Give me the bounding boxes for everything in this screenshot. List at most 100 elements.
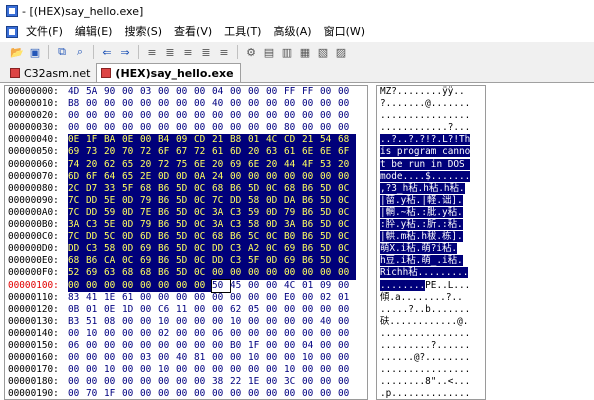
- hex-byte[interactable]: 72: [158, 158, 176, 171]
- hex-byte[interactable]: 00: [194, 364, 212, 376]
- hex-byte[interactable]: 3C: [284, 376, 302, 388]
- hex-byte[interactable]: 0D: [266, 206, 284, 220]
- ascii-pane[interactable]: MZ?........ÿÿ.. ?.......@................…: [376, 85, 486, 400]
- hex-byte[interactable]: 73: [86, 146, 104, 159]
- hex-byte[interactable]: 7C: [68, 231, 86, 244]
- hex-row[interactable]: 000000D0: DD C3 58 0D 69 B6 5D 0C DD C3 A2 0C 69 B6 5D 0…: [5, 243, 367, 256]
- hex-byte[interactable]: 3A: [212, 219, 230, 232]
- hex-byte[interactable]: B6: [86, 255, 104, 268]
- hex-byte[interactable]: 00: [338, 170, 356, 183]
- hex-byte[interactable]: 00: [68, 376, 86, 388]
- ascii-row[interactable]: ................: [377, 110, 485, 122]
- hex-byte[interactable]: 00: [338, 388, 356, 399]
- tool1-icon[interactable]: ≡: [144, 44, 160, 60]
- hex-byte[interactable]: FF: [284, 86, 302, 98]
- hex-byte[interactable]: 58: [248, 194, 266, 207]
- hex-byte[interactable]: 00: [86, 364, 104, 376]
- hex-byte[interactable]: 1E: [248, 376, 266, 388]
- hex-byte[interactable]: B6: [158, 206, 176, 220]
- hex-byte[interactable]: 6F: [86, 170, 104, 183]
- hex-byte[interactable]: 03: [140, 352, 158, 364]
- hex-byte[interactable]: 61: [212, 146, 230, 159]
- hex-byte[interactable]: 1D: [122, 304, 140, 316]
- hex-byte[interactable]: 59: [248, 206, 266, 220]
- hex-byte[interactable]: 00: [302, 328, 320, 340]
- hex-byte[interactable]: 69: [284, 255, 302, 268]
- hex-byte[interactable]: 69: [140, 255, 158, 268]
- hex-byte[interactable]: 00: [284, 316, 302, 328]
- hex-byte[interactable]: 00: [122, 122, 140, 134]
- hex-byte[interactable]: 00: [212, 122, 230, 134]
- hex-byte[interactable]: 00: [158, 86, 176, 98]
- hex-byte[interactable]: 01: [338, 292, 356, 304]
- copy-icon[interactable]: ⧉: [54, 44, 70, 60]
- hex-byte[interactable]: 00: [284, 170, 302, 183]
- ascii-row[interactable]: .........?......: [377, 340, 485, 352]
- ascii-row[interactable]: |蒥.y秥.|軽.诎].: [377, 194, 485, 207]
- hex-byte[interactable]: 00: [266, 122, 284, 134]
- ascii-row[interactable]: Richh秥.........: [377, 267, 485, 279]
- hex-row[interactable]: 000000A0: 7C DD 59 0D 7E B6 5D 0C 3A C3 59 0D 79 B6 5D 0…: [5, 206, 367, 220]
- hex-byte[interactable]: 00: [230, 98, 248, 110]
- hex-byte[interactable]: 00: [302, 170, 320, 183]
- hex-byte[interactable]: B6: [158, 182, 176, 195]
- hex-row[interactable]: 00000100: 00 00 00 00 00 00 00 00 50 45 00 00 4C 01 09 0…: [5, 278, 367, 293]
- hex-byte[interactable]: 00: [248, 328, 266, 340]
- hex-row[interactable]: 00000150: 06 00 00 00 00 00 00 00 00 B0 1F 00 00 04 00 0…: [5, 340, 367, 352]
- hex-byte[interactable]: 58: [104, 243, 122, 256]
- hex-row[interactable]: 00000030: 00 00 00 00 00 00 00 00 00 00 00 00 80 00 00 0…: [5, 122, 367, 134]
- hex-row[interactable]: 00000160: 00 00 00 00 03 00 40 81 00 00 10 00 00 10 00 0…: [5, 352, 367, 364]
- hex-byte[interactable]: 00: [194, 304, 212, 316]
- hex-byte[interactable]: 0E: [122, 134, 140, 147]
- hex-byte[interactable]: 5D: [320, 206, 338, 220]
- hex-byte[interactable]: B6: [302, 206, 320, 220]
- hex-byte[interactable]: 38: [212, 376, 230, 388]
- hex-byte[interactable]: 00: [338, 316, 356, 328]
- hex-byte[interactable]: 00: [302, 376, 320, 388]
- ascii-row[interactable]: 砆............@.: [377, 316, 485, 328]
- hex-byte[interactable]: 00: [104, 340, 122, 352]
- hex-byte[interactable]: DD: [68, 243, 86, 256]
- hex-byte[interactable]: 0C: [338, 243, 356, 256]
- hex-byte[interactable]: 00: [212, 267, 230, 280]
- tool5-icon[interactable]: ≡: [216, 44, 232, 60]
- hex-byte[interactable]: 00: [230, 352, 248, 364]
- hex-byte[interactable]: 00: [68, 122, 86, 134]
- ascii-row[interactable]: mode....$.......: [377, 170, 485, 183]
- hex-byte[interactable]: 21: [212, 134, 230, 147]
- hex-byte[interactable]: 10: [86, 328, 104, 340]
- hex-byte[interactable]: CD: [194, 134, 212, 147]
- hex-byte[interactable]: 00: [284, 388, 302, 399]
- hex-byte[interactable]: 00: [212, 364, 230, 376]
- hex-byte[interactable]: B0: [230, 340, 248, 352]
- hex-byte[interactable]: 00: [284, 110, 302, 122]
- hex-byte[interactable]: B8: [68, 98, 86, 110]
- hex-row[interactable]: 00000090: 7C DD 5E 0D 79 B6 5D 0C 7C DD 58 0D DA B6 5D 0…: [5, 194, 367, 207]
- hex-byte[interactable]: 52: [68, 267, 86, 280]
- hex-byte[interactable]: 5E: [104, 194, 122, 207]
- hex-byte[interactable]: 00: [176, 279, 194, 292]
- hex-byte[interactable]: 0B: [68, 304, 86, 316]
- ascii-row[interactable]: ........8"..<...: [377, 376, 485, 388]
- hex-byte[interactable]: 5D: [176, 219, 194, 232]
- hex-byte[interactable]: 5A: [86, 86, 104, 98]
- save-icon[interactable]: ▣: [27, 44, 43, 60]
- tool2-icon[interactable]: ≣: [162, 44, 178, 60]
- hex-byte[interactable]: 00: [212, 292, 230, 304]
- hex-byte[interactable]: 0C: [338, 206, 356, 220]
- hex-byte[interactable]: 72: [194, 146, 212, 159]
- hex-byte[interactable]: 5D: [320, 255, 338, 268]
- hex-byte[interactable]: 69: [284, 243, 302, 256]
- hex-byte[interactable]: 00: [194, 388, 212, 399]
- hex-byte[interactable]: 00: [320, 110, 338, 122]
- hex-byte[interactable]: 00: [194, 328, 212, 340]
- hex-byte[interactable]: 00: [176, 340, 194, 352]
- tool6-icon[interactable]: ▤: [261, 44, 277, 60]
- hex-row[interactable]: 00000190: 00 70 1F 00 00 00 00 00 00 00 00 00 00 00 00 0…: [5, 388, 367, 399]
- hex-byte[interactable]: 40: [212, 98, 230, 110]
- hex-byte[interactable]: B6: [230, 231, 248, 244]
- hex-byte[interactable]: 65: [122, 170, 140, 183]
- hex-byte[interactable]: 44: [284, 158, 302, 171]
- hex-byte[interactable]: 00: [302, 304, 320, 316]
- hex-byte[interactable]: 00: [266, 170, 284, 183]
